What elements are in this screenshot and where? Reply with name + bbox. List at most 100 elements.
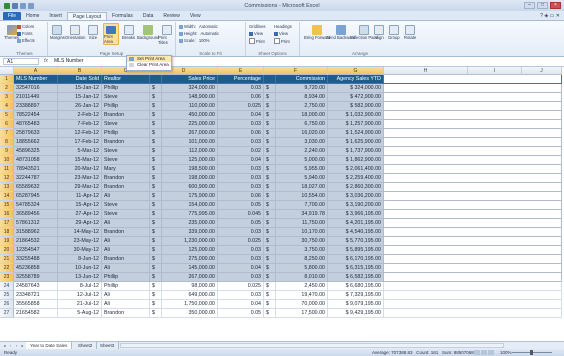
- last-sheet-icon[interactable]: ▸: [20, 343, 25, 348]
- group-button[interactable]: Group: [388, 25, 400, 40]
- empty-cell[interactable]: [384, 129, 562, 138]
- table-cell[interactable]: 5,000.00: [276, 156, 328, 165]
- table-cell[interactable]: 23-May-12: [58, 237, 102, 246]
- table-cell[interactable]: Steve: [102, 156, 150, 165]
- zoom-slider-knob[interactable]: [530, 350, 533, 355]
- minimize-button[interactable]: –: [524, 2, 535, 9]
- table-cell[interactable]: $ 6,170,195.00: [328, 255, 384, 264]
- table-cell[interactable]: 1,230,000.00: [162, 237, 218, 246]
- first-sheet-icon[interactable]: ◂: [2, 343, 7, 348]
- table-cell[interactable]: 2,750.00: [276, 102, 328, 111]
- table-cell[interactable]: 5,800.00: [276, 264, 328, 273]
- table-cell[interactable]: Phillip: [102, 84, 150, 93]
- table-cell[interactable]: 600,900.00: [162, 183, 218, 192]
- row-header-24[interactable]: 24: [0, 282, 14, 291]
- table-cell[interactable]: 33255488: [14, 255, 58, 264]
- row-header-20[interactable]: 20: [0, 246, 14, 255]
- table-cell[interactable]: $ 5,895,195.00: [328, 246, 384, 255]
- table-cell[interactable]: Phillip: [102, 129, 150, 138]
- table-cell[interactable]: Steve: [102, 120, 150, 129]
- table-cell[interactable]: $ 1,257,900.00: [328, 120, 384, 129]
- table-cell[interactable]: 19,470.00: [276, 291, 328, 300]
- table-cell[interactable]: Brandon: [102, 183, 150, 192]
- table-cell[interactable]: $: [264, 201, 276, 210]
- table-cell[interactable]: 5,940.00: [276, 174, 328, 183]
- table-cell[interactable]: 0.03: [218, 183, 264, 192]
- table-cell[interactable]: 15-Apr-12: [58, 201, 102, 210]
- row-header-17[interactable]: 17: [0, 219, 14, 228]
- column-header-a[interactable]: A: [14, 67, 58, 75]
- table-cell[interactable]: $ 7,329,195.00: [328, 291, 384, 300]
- table-cell[interactable]: 1,750,000.00: [162, 300, 218, 309]
- row-header-18[interactable]: 18: [0, 228, 14, 237]
- table-cell[interactable]: 0.04: [218, 111, 264, 120]
- row-header-2[interactable]: 2: [0, 84, 14, 93]
- tab-formulas[interactable]: Formulas: [107, 12, 138, 20]
- table-cell[interactable]: 32547016: [14, 84, 58, 93]
- table-cell[interactable]: 0.04: [218, 300, 264, 309]
- table-cell[interactable]: 0.025: [218, 102, 264, 111]
- table-cell[interactable]: 11-Apr-12: [58, 192, 102, 201]
- empty-cell[interactable]: [384, 192, 562, 201]
- table-cell[interactable]: $: [150, 264, 162, 273]
- empty-cell[interactable]: [384, 84, 562, 93]
- empty-cell[interactable]: [384, 282, 562, 291]
- header-cell[interactable]: Agency Sales YTD: [328, 75, 384, 84]
- page-break-view-icon[interactable]: [488, 350, 494, 355]
- effects-button[interactable]: Effects: [17, 38, 35, 43]
- column-header-e[interactable]: E: [218, 67, 264, 75]
- row-header-15[interactable]: 15: [0, 201, 14, 210]
- table-cell[interactable]: $ 3,966,195.00: [328, 210, 384, 219]
- empty-cell[interactable]: [384, 309, 562, 318]
- print-area-button[interactable]: Print Area: [103, 23, 119, 45]
- table-cell[interactable]: Brandon: [102, 228, 150, 237]
- header-cell[interactable]: Date Sold: [58, 75, 102, 84]
- table-cell[interactable]: 45896325: [14, 147, 58, 156]
- table-cell[interactable]: 235,000.00: [162, 219, 218, 228]
- table-cell[interactable]: $ 1,737,900.00: [328, 147, 384, 156]
- tab-home[interactable]: Home: [21, 12, 44, 20]
- page-layout-view-icon[interactable]: [481, 350, 487, 355]
- table-cell[interactable]: $ 2,860,300.00: [328, 183, 384, 192]
- tab-insert[interactable]: Insert: [44, 12, 67, 20]
- colors-button[interactable]: Colors: [17, 24, 34, 29]
- table-cell[interactable]: $: [264, 156, 276, 165]
- column-header-i[interactable]: I: [468, 67, 522, 75]
- table-cell[interactable]: 16,020.00: [276, 129, 328, 138]
- empty-cell[interactable]: [384, 264, 562, 273]
- table-cell[interactable]: 0.025: [218, 282, 264, 291]
- table-cell[interactable]: 0.03: [218, 246, 264, 255]
- table-cell[interactable]: 32558789: [14, 273, 58, 282]
- table-cell[interactable]: $ 6,680,195.00: [328, 282, 384, 291]
- table-cell[interactable]: $: [264, 174, 276, 183]
- table-cell[interactable]: 8-Jun-12: [58, 255, 102, 264]
- row-header-27[interactable]: 27: [0, 309, 14, 318]
- table-cell[interactable]: 10-Jun-12: [58, 264, 102, 273]
- table-cell[interactable]: 78522454: [14, 111, 58, 120]
- table-cell[interactable]: $: [150, 93, 162, 102]
- gridlines-print-checkbox[interactable]: Print: [249, 38, 265, 44]
- table-cell[interactable]: Brandon: [102, 111, 150, 120]
- empty-cell[interactable]: [384, 246, 562, 255]
- table-cell[interactable]: 148,900.00: [162, 93, 218, 102]
- table-cell[interactable]: 65589632: [14, 183, 58, 192]
- table-cell[interactable]: 17,500.00: [276, 309, 328, 318]
- table-cell[interactable]: 3,030.00: [276, 138, 328, 147]
- table-cell[interactable]: 48731058: [14, 156, 58, 165]
- headings-view-checkbox[interactable]: View: [274, 31, 288, 36]
- table-cell[interactable]: 36589456: [14, 210, 58, 219]
- table-cell[interactable]: $: [264, 84, 276, 93]
- table-cell[interactable]: $: [264, 192, 276, 201]
- row-header-10[interactable]: 10: [0, 156, 14, 165]
- table-cell[interactable]: 8,010.00: [276, 273, 328, 282]
- table-cell[interactable]: 267,000.00: [162, 129, 218, 138]
- row-header-12[interactable]: 12: [0, 174, 14, 183]
- table-cell[interactable]: Phillip: [102, 273, 150, 282]
- table-cell[interactable]: $: [264, 228, 276, 237]
- table-cell[interactable]: $: [150, 201, 162, 210]
- row-header-19[interactable]: 19: [0, 237, 14, 246]
- column-header-h[interactable]: H: [384, 67, 468, 75]
- table-cell[interactable]: 339,000.00: [162, 228, 218, 237]
- table-cell[interactable]: 2-Feb-12: [58, 111, 102, 120]
- row-header-23[interactable]: 23: [0, 273, 14, 282]
